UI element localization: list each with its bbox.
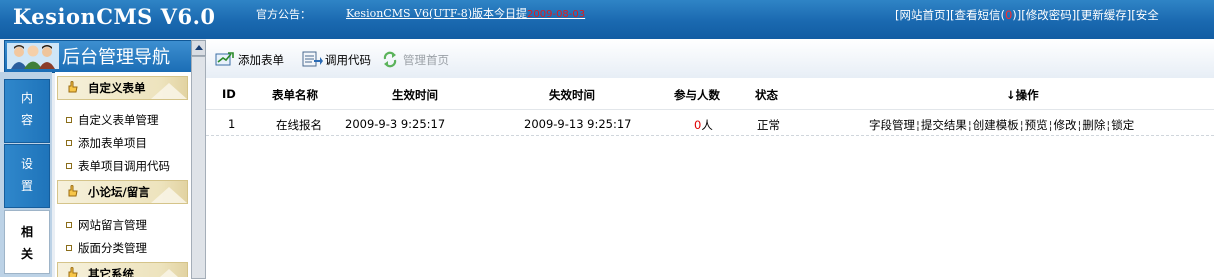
menu-item-label: 表单项目调用代码 — [78, 159, 170, 173]
preview-link[interactable]: 预览 — [1025, 118, 1048, 132]
bullet-icon — [66, 162, 72, 169]
table-header: ID 表单名称 生效时间 失效时间 参与人数 状态 ↓操作 — [206, 78, 1214, 110]
group-arrow-decor — [151, 187, 187, 203]
tab-content[interactable]: 内 容 — [4, 79, 50, 143]
hand-icon — [68, 185, 78, 197]
cell-status: 正常 — [757, 118, 780, 132]
tab-related-char2: 关 — [20, 247, 33, 261]
bullet-icon — [66, 139, 72, 146]
add-form-icon — [215, 52, 234, 66]
menu-item[interactable]: 添加表单项目 — [66, 135, 147, 151]
participant-unit: 人 — [701, 118, 713, 132]
refresh-icon — [383, 51, 397, 68]
tab-settings-char2: 置 — [20, 179, 33, 193]
left-sidebar: 后台管理导航 内 容 设 置 相 关 自定义表单 自定义表单管理 添加表单项目 … — [0, 39, 206, 279]
op-separator: ¦ — [1019, 118, 1024, 132]
bullet-icon — [66, 244, 72, 251]
view-messages-link[interactable]: [查看短信(0)] — [950, 8, 1021, 22]
bullet-icon — [66, 221, 72, 228]
site-home-link[interactable]: [网站首页] — [895, 8, 950, 22]
menu-item[interactable]: 表单项目调用代码 — [66, 158, 170, 174]
cell-operations: 字段管理¦提交结果¦创建模板¦预览¦修改¦删除¦锁定 — [869, 117, 1134, 133]
col-id: ID — [222, 87, 236, 101]
lock-link[interactable]: 锁定 — [1111, 118, 1134, 132]
menu-item[interactable]: 版面分类管理 — [66, 240, 147, 256]
messages-suffix: )] — [1012, 8, 1022, 22]
menu-item-label: 自定义表单管理 — [78, 113, 159, 127]
menu-group-title: 其它系统 — [88, 267, 134, 277]
manage-home-button[interactable]: 管理首页 — [380, 51, 449, 68]
op-separator: ¦ — [916, 118, 920, 132]
menu-item-label: 网站留言管理 — [78, 218, 147, 232]
col-start-time: 生效时间 — [392, 88, 438, 102]
menu-group-forum[interactable]: 小论坛/留言 — [57, 180, 188, 204]
create-template-link[interactable]: 创建模板 — [973, 118, 1019, 132]
bullet-icon — [66, 116, 72, 123]
menu-item-label: 版面分类管理 — [78, 241, 147, 255]
menu-group-custom-form[interactable]: 自定义表单 — [57, 76, 188, 100]
menu-item[interactable]: 自定义表单管理 — [66, 112, 159, 128]
cell-start-time: 2009-9-3 9:25:17 — [345, 117, 446, 131]
add-form-button[interactable]: 添加表单 — [215, 52, 284, 68]
group-arrow-decor — [151, 83, 187, 99]
tab-content-char1: 内 — [20, 91, 33, 105]
app-logo: KesionCMS V6.0 — [13, 4, 216, 29]
op-separator: ¦ — [1048, 118, 1053, 132]
notice-text[interactable]: KesionCMS V6(UTF-8)版本今日提 — [346, 7, 527, 20]
table-row: 1 在线报名 2009-9-3 9:25:17 2009-9-13 9:25:1… — [206, 110, 1214, 136]
scrollbar-thumb[interactable] — [191, 56, 206, 279]
cell-end-time: 2009-9-13 9:25:17 — [524, 117, 632, 131]
notice-link[interactable]: KesionCMS V6(UTF-8)版本今日提2009-08-03 — [346, 5, 585, 21]
top-header: KesionCMS V6.0 官方公告： KesionCMS V6(UTF-8)… — [0, 0, 1214, 39]
tab-related[interactable]: 相 关 — [4, 210, 50, 274]
vertical-tabs: 内 容 设 置 相 关 — [0, 72, 52, 277]
menu-group-title: 自定义表单 — [88, 81, 146, 95]
col-status: 状态 — [755, 88, 778, 102]
hand-icon — [68, 267, 78, 277]
menu-group-title: 小论坛/留言 — [88, 185, 150, 199]
main-toolbar: 添加表单 调用代码 管理首页 — [206, 39, 1214, 79]
messages-prefix: [查看短信( — [949, 8, 1005, 22]
scroll-up-button[interactable] — [191, 40, 206, 56]
op-separator: ¦ — [1077, 118, 1082, 132]
nav-title-bar: 后台管理导航 — [4, 40, 192, 73]
tab-settings-char1: 设 — [20, 157, 33, 171]
code-icon — [302, 51, 323, 67]
change-password-link[interactable]: [修改密码] — [1021, 8, 1076, 22]
nav-menu: 自定义表单 自定义表单管理 添加表单项目 表单项目调用代码 小论坛/留言 网站留… — [55, 72, 191, 277]
security-link[interactable]: [安全 — [1131, 8, 1159, 22]
notice-date: 2009-08-03 — [527, 9, 586, 20]
col-participants: 参与人数 — [674, 88, 720, 102]
edit-link[interactable]: 修改 — [1054, 118, 1077, 132]
cell-form-name: 在线报名 — [276, 118, 322, 132]
delete-link[interactable]: 删除 — [1082, 118, 1105, 132]
submit-results-link[interactable]: 提交结果 — [921, 118, 967, 132]
call-code-button[interactable]: 调用代码 — [302, 51, 371, 68]
field-manage-link[interactable]: 字段管理 — [869, 118, 915, 132]
op-separator: ¦ — [1106, 118, 1111, 132]
col-form-name: 表单名称 — [272, 88, 318, 102]
col-operations[interactable]: ↓操作 — [1006, 87, 1039, 103]
cell-participants: 0人 — [694, 117, 713, 133]
hand-icon — [68, 81, 78, 93]
group-arrow-decor — [160, 269, 178, 277]
users-avatar-icon — [7, 43, 59, 69]
col-end-time: 失效时间 — [549, 88, 595, 102]
update-cache-link[interactable]: [更新缓存] — [1076, 8, 1131, 22]
menu-item-label: 添加表单项目 — [78, 136, 147, 150]
op-separator: ¦ — [967, 118, 972, 132]
tab-related-char1: 相 — [20, 225, 33, 239]
cell-id: 1 — [228, 117, 236, 131]
top-links: [网站首页][查看短信(0)][修改密码][更新缓存][安全 — [895, 7, 1159, 23]
menu-item[interactable]: 网站留言管理 — [66, 217, 147, 233]
tab-settings[interactable]: 设 置 — [4, 144, 50, 208]
notice-label: 官方公告： — [256, 8, 311, 21]
nav-title: 后台管理导航 — [62, 47, 170, 68]
menu-group-other[interactable]: 其它系统 — [57, 262, 188, 277]
tab-content-char2: 容 — [20, 113, 33, 127]
